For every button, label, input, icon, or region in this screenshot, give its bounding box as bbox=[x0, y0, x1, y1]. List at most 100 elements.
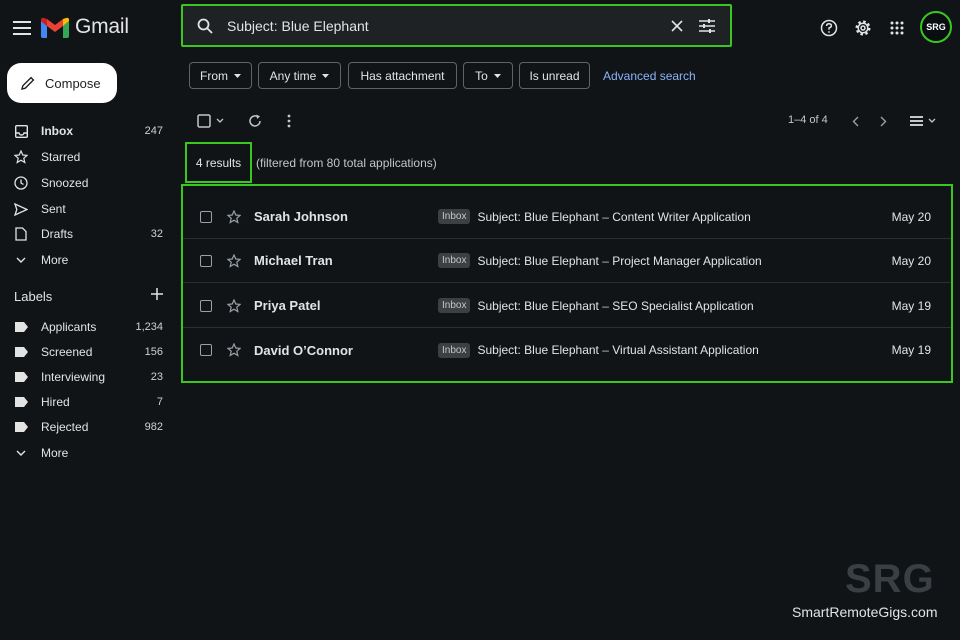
subject-separator: – bbox=[602, 298, 609, 313]
sender-name: Priya Patel bbox=[254, 298, 321, 313]
label-name: Applicants bbox=[41, 320, 97, 334]
label-name: Screened bbox=[41, 345, 93, 359]
label-item-applicants[interactable]: Applicants 1,234 bbox=[0, 314, 178, 340]
sidebar-item-inbox[interactable]: Inbox 247 bbox=[0, 118, 178, 144]
chip-label: To bbox=[475, 68, 488, 83]
email-subject: Subject: Blue Elephant – Project Manager… bbox=[477, 254, 871, 268]
star-icon[interactable] bbox=[226, 343, 242, 357]
label-tag-icon bbox=[14, 372, 28, 382]
inbox-tag[interactable]: Inbox bbox=[438, 298, 471, 313]
label-count: 156 bbox=[144, 346, 163, 358]
gmail-logo[interactable]: Gmail bbox=[41, 15, 129, 39]
main-menu-button[interactable] bbox=[8, 14, 36, 42]
pencil-icon bbox=[21, 76, 35, 90]
chip-label: Any time bbox=[269, 68, 317, 83]
subject-separator: – bbox=[602, 209, 609, 224]
chevron-left-icon[interactable] bbox=[844, 110, 866, 132]
label-item-screened[interactable]: Screened 156 bbox=[0, 339, 178, 365]
row-checkbox[interactable] bbox=[200, 299, 212, 312]
filter-has-attachment-chip[interactable]: Has attachment bbox=[348, 62, 457, 89]
add-label-icon[interactable] bbox=[150, 287, 164, 301]
sidebar-item-drafts[interactable]: Drafts 32 bbox=[0, 221, 178, 247]
chevron-right-icon[interactable] bbox=[872, 110, 894, 132]
search-bar[interactable]: Subject: Blue Elephant bbox=[181, 4, 732, 47]
watermark-site: SmartRemoteGigs.com bbox=[792, 604, 938, 620]
subject-snippet: Content Writer Application bbox=[612, 209, 751, 224]
subject-snippet: Virtual Assistant Application bbox=[612, 343, 759, 357]
unread-count: 247 bbox=[144, 125, 163, 137]
draft-icon bbox=[14, 227, 28, 241]
app-name: Gmail bbox=[75, 15, 129, 38]
label-tag-icon bbox=[14, 322, 28, 332]
hamburger-icon bbox=[13, 21, 31, 35]
inbox-tag[interactable]: Inbox bbox=[438, 342, 471, 358]
filter-from-chip[interactable]: From bbox=[189, 62, 252, 89]
email-subject: Subject: Blue Elephant – SEO Specialist … bbox=[477, 299, 871, 313]
density-toggle-icon[interactable] bbox=[908, 110, 940, 132]
sidebar-item-more[interactable]: More bbox=[0, 247, 178, 273]
apps-grid-icon[interactable] bbox=[883, 14, 911, 42]
filter-any-time-chip[interactable]: Any time bbox=[258, 62, 341, 89]
email-row[interactable]: David O’Connor Inbox Subject: Blue Eleph… bbox=[183, 328, 951, 372]
row-checkbox[interactable] bbox=[200, 254, 212, 267]
star-icon[interactable] bbox=[226, 253, 242, 268]
label-tag-icon bbox=[14, 422, 28, 432]
sidebar-item-label: Inbox bbox=[41, 124, 73, 138]
select-all-checkbox[interactable] bbox=[195, 110, 229, 132]
help-icon[interactable] bbox=[815, 14, 843, 42]
label-item-interviewing[interactable]: Interviewing 23 bbox=[0, 364, 178, 390]
label-name: Rejected bbox=[41, 420, 89, 434]
search-options-icon[interactable] bbox=[692, 11, 722, 41]
email-row[interactable]: Sarah Johnson Inbox Subject: Blue Elepha… bbox=[183, 195, 951, 239]
refresh-icon[interactable] bbox=[244, 110, 266, 132]
sidebar-item-label: Starred bbox=[41, 150, 81, 164]
inbox-tag[interactable]: Inbox bbox=[438, 253, 471, 268]
email-date: May 19 bbox=[891, 343, 931, 357]
sidebar-item-sent[interactable]: Sent bbox=[0, 196, 178, 222]
search-icon[interactable] bbox=[183, 18, 227, 34]
compose-label: Compose bbox=[45, 75, 101, 91]
compose-button[interactable]: Compose bbox=[7, 63, 117, 103]
sender-name: Sarah Johnson bbox=[254, 209, 348, 224]
label-count: 982 bbox=[144, 421, 163, 433]
labels-more-label: More bbox=[41, 446, 69, 460]
label-count: 1,234 bbox=[135, 321, 163, 333]
inbox-tag[interactable]: Inbox bbox=[438, 209, 471, 224]
label-count: 7 bbox=[156, 396, 163, 408]
row-checkbox[interactable] bbox=[200, 210, 212, 223]
caret-down-icon bbox=[493, 73, 501, 78]
caret-down-icon bbox=[234, 73, 241, 78]
sidebar-item-starred[interactable]: Starred bbox=[0, 144, 178, 170]
chevron-down-icon bbox=[14, 450, 28, 456]
pagination-text: 1–4 of 4 bbox=[788, 114, 828, 126]
results-filter-note: (filtered from 80 total applications) bbox=[256, 156, 437, 170]
email-row[interactable]: Priya Patel Inbox Subject: Blue Elephant… bbox=[183, 284, 951, 328]
label-item-rejected[interactable]: Rejected 982 bbox=[0, 414, 178, 440]
sidebar-item-snoozed[interactable]: Snoozed bbox=[0, 170, 178, 196]
advanced-search-link[interactable]: Advanced search bbox=[603, 69, 696, 83]
row-checkbox[interactable] bbox=[200, 344, 212, 356]
sender-name: Michael Tran bbox=[254, 253, 333, 268]
gmail-m-icon bbox=[41, 17, 69, 38]
settings-gear-icon[interactable] bbox=[849, 14, 877, 42]
labels-more[interactable]: More bbox=[0, 440, 178, 466]
subject-text: Subject: Blue Elephant bbox=[477, 209, 599, 224]
star-icon[interactable] bbox=[226, 298, 242, 313]
more-options-icon[interactable] bbox=[278, 110, 300, 132]
star-icon[interactable] bbox=[226, 209, 242, 224]
filter-is-unread-chip[interactable]: Is unread bbox=[519, 62, 590, 89]
email-date: May 20 bbox=[891, 253, 931, 268]
email-date: May 19 bbox=[891, 298, 931, 313]
star-icon bbox=[14, 150, 28, 164]
results-count: 4 results bbox=[185, 142, 252, 183]
sender-name: David O’Connor bbox=[254, 342, 353, 358]
chip-label: Is unread bbox=[529, 68, 580, 83]
account-avatar[interactable]: SRG bbox=[920, 11, 952, 43]
subject-separator: – bbox=[602, 343, 609, 357]
label-item-hired[interactable]: Hired 7 bbox=[0, 389, 178, 415]
search-input[interactable]: Subject: Blue Elephant bbox=[227, 18, 662, 34]
clear-search-icon[interactable] bbox=[662, 11, 692, 41]
filter-to-chip[interactable]: To bbox=[463, 62, 513, 89]
email-row[interactable]: Michael Tran Inbox Subject: Blue Elephan… bbox=[183, 239, 951, 283]
subject-text: Subject: Blue Elephant bbox=[477, 343, 599, 357]
